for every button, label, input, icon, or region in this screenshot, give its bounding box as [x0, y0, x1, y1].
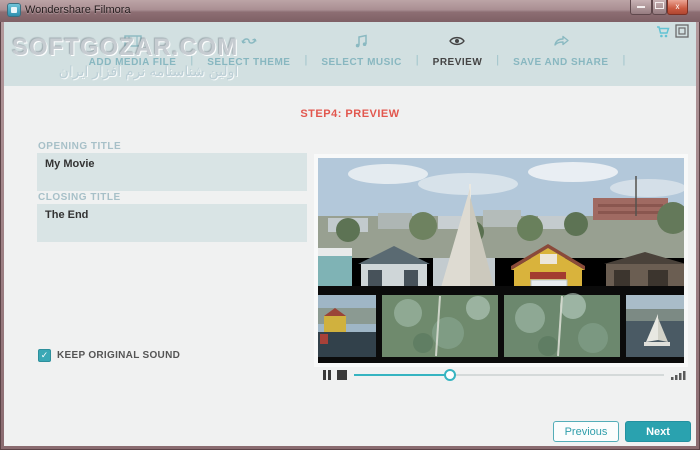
seek-handle[interactable] [444, 369, 456, 381]
keep-original-sound-checkbox[interactable]: ✓ [38, 349, 51, 362]
filmora-window: Wondershare Filmora x ADD MEDIA FILE | [0, 0, 700, 450]
filmstrip-frame-1[interactable] [318, 295, 376, 357]
step-separator: | [304, 54, 307, 68]
page-title: STEP4: PREVIEW [4, 108, 696, 120]
closing-title-label: CLOSING TITLE [38, 192, 121, 203]
filmstrip [318, 286, 684, 363]
step-label: ADD MEDIA FILE [89, 57, 177, 68]
window-title: Wondershare Filmora [25, 4, 131, 16]
step-label: PREVIEW [433, 57, 483, 68]
close-icon: x [676, 2, 680, 11]
keep-original-sound-row: ✓ KEEP ORIGINAL SOUND [38, 349, 180, 362]
step-add-media-file[interactable]: ADD MEDIA FILE [89, 32, 177, 68]
wizard-steps: ADD MEDIA FILE | SELECT THEME | [4, 32, 696, 68]
step-label: SAVE AND SHARE [513, 57, 608, 68]
video-preview[interactable] [318, 158, 684, 363]
step-separator: | [190, 54, 193, 68]
stop-button[interactable] [337, 370, 347, 380]
step-select-theme[interactable]: SELECT THEME [207, 32, 290, 68]
step-label: SELECT THEME [207, 57, 290, 68]
film-icon [124, 32, 142, 50]
wizard-header: ADD MEDIA FILE | SELECT THEME | [4, 22, 696, 86]
seek-fill [354, 374, 450, 376]
step-separator: | [623, 54, 626, 68]
maximize-button[interactable] [652, 0, 667, 15]
theme-swap-icon [240, 32, 258, 50]
filmstrip-frame-4[interactable] [626, 295, 684, 357]
seek-slider[interactable] [354, 374, 664, 376]
closing-title-input[interactable]: The End [37, 204, 307, 242]
step-select-music[interactable]: SELECT MUSIC [321, 32, 401, 68]
window-mode-icon[interactable] [675, 24, 689, 38]
filmstrip-frame-2[interactable] [382, 295, 498, 357]
share-arrow-icon [552, 32, 570, 50]
minimize-icon [637, 6, 645, 8]
step-separator: | [416, 54, 419, 68]
music-note-icon [354, 32, 370, 50]
video-frame [318, 158, 684, 363]
step-label: SELECT MUSIC [321, 57, 401, 68]
client-area: ADD MEDIA FILE | SELECT THEME | [4, 22, 696, 446]
previous-button[interactable]: Previous [553, 421, 619, 442]
volume-icon[interactable] [670, 369, 686, 381]
step-preview[interactable]: PREVIEW [433, 32, 483, 68]
opening-title-label: OPENING TITLE [38, 141, 121, 152]
check-icon: ✓ [41, 350, 49, 360]
close-button[interactable]: x [667, 0, 688, 15]
step-save-and-share[interactable]: SAVE AND SHARE [513, 32, 608, 68]
step-separator: | [496, 54, 499, 68]
brick-building [593, 198, 668, 220]
playback-controls [318, 367, 684, 383]
app-icon [8, 4, 20, 16]
filmstrip-frame-3[interactable] [504, 293, 620, 357]
maximize-icon [655, 2, 664, 9]
pause-button[interactable] [323, 370, 331, 380]
eye-icon [448, 32, 466, 50]
titlebar: Wondershare Filmora x [0, 0, 700, 22]
keep-original-sound-label: KEEP ORIGINAL SOUND [57, 350, 180, 361]
minimize-button[interactable] [630, 0, 652, 15]
shopping-cart-icon[interactable] [656, 25, 670, 39]
opening-title-input[interactable]: My Movie [37, 153, 307, 191]
next-button[interactable]: Next [625, 421, 691, 442]
